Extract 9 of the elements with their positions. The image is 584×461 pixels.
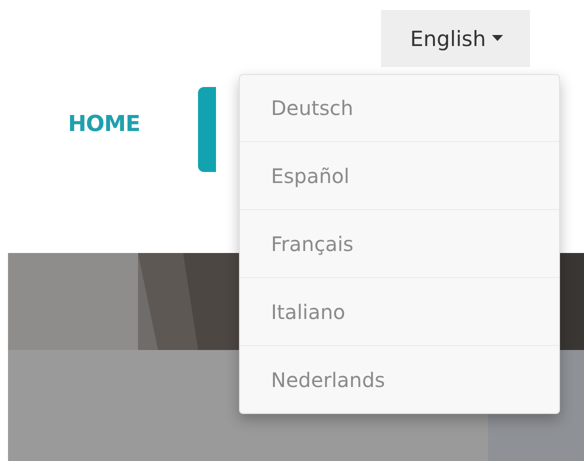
language-option[interactable]: Nederlands bbox=[240, 345, 559, 413]
nav-link[interactable]: HOME bbox=[68, 112, 140, 137]
nav-tab[interactable] bbox=[198, 87, 216, 172]
language-button[interactable]: English bbox=[381, 10, 530, 67]
language-option[interactable]: Deutsch bbox=[240, 75, 559, 141]
language-option[interactable]: Italiano bbox=[240, 277, 559, 345]
language-option[interactable]: Français bbox=[240, 209, 559, 277]
caret-icon bbox=[492, 35, 503, 42]
language-option[interactable]: Español bbox=[240, 141, 559, 209]
